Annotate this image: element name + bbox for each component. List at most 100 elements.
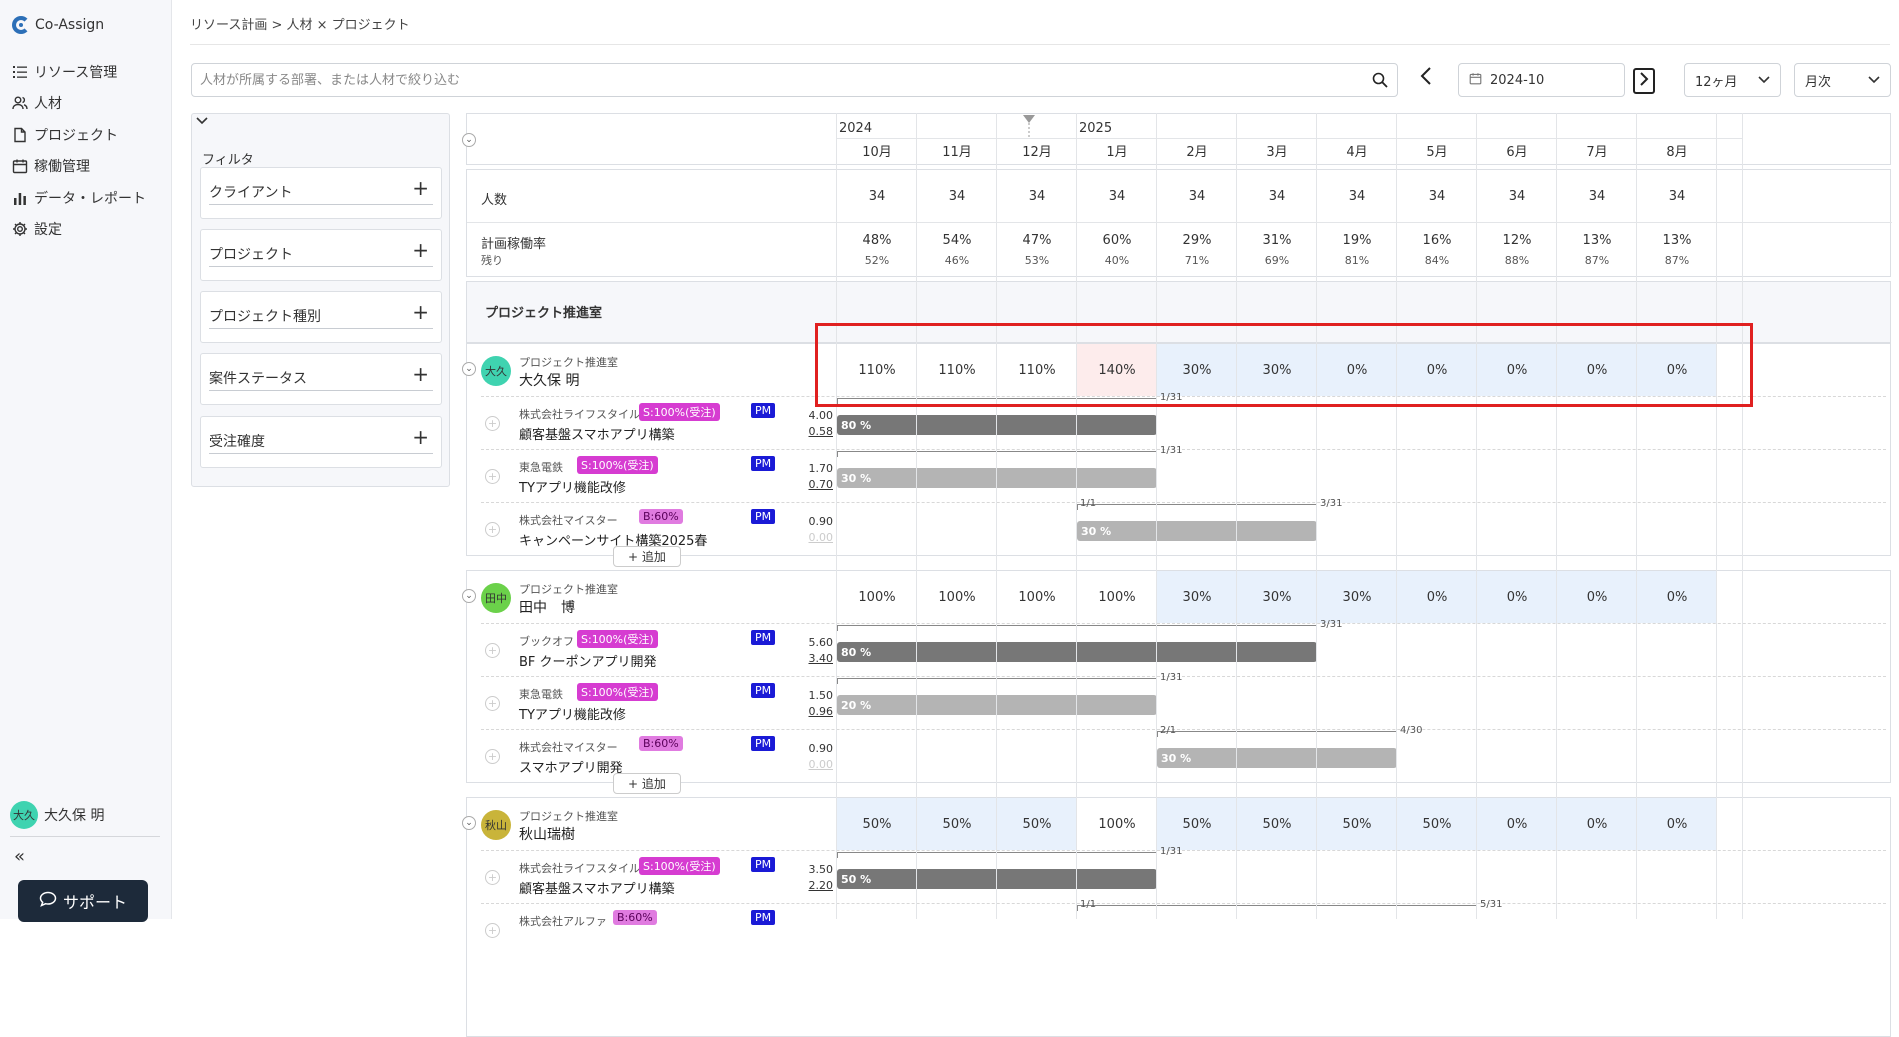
allocation-cell[interactable]: 30% [1157,571,1237,623]
add-assignment-icon[interactable]: + [485,643,500,658]
headcount-cell: 34 [1508,189,1526,204]
project-name[interactable]: BF クーポンアプリ開発 [519,651,657,670]
person-block: ⌄ 秋山 プロジェクト推進室 秋山瑞樹 50% 50% 50% 100% 50% 50% 50% 50… [462,797,1891,1037]
allocation-cell[interactable]: 50% [1157,798,1237,850]
person-department: プロジェクト推進室 [519,356,618,369]
actual-effort[interactable]: 2.20 [803,879,834,892]
actual-effort[interactable]: 3.40 [803,652,834,665]
add-project-button[interactable]: + 追加 [613,773,681,794]
allocation-cell[interactable]: 50% [837,798,917,850]
unit-select[interactable]: 月次 [1794,63,1891,97]
assignment-bar[interactable]: 30 % [837,468,1157,488]
add-assignment-icon[interactable]: + [485,870,500,885]
allocation-cell[interactable]: 50% [997,798,1077,850]
allocation-cell[interactable]: 50% [1317,798,1397,850]
person-name[interactable]: 秋山瑞樹 [519,824,575,844]
search-icon[interactable] [1363,72,1397,88]
assignment-bar[interactable]: 20 % [837,695,1157,715]
expand-person-icon[interactable]: ⌄ [462,589,476,603]
project-name[interactable]: 顧客基盤スマホアプリ構築 [519,424,675,443]
filter-project-type[interactable]: プロジェクト種別 + [200,291,442,343]
support-button[interactable]: サポート [18,880,148,922]
filter-title: フィルタ [202,153,254,168]
row-divider [481,502,1886,503]
avatar: 大久 [10,801,38,829]
add-assignment-icon[interactable]: + [485,522,500,537]
allocation-cell[interactable]: 0% [1477,571,1557,623]
assignment-bar[interactable]: 30 % [1157,748,1397,768]
allocation-cell[interactable]: 100% [1077,571,1157,623]
assignment-bar[interactable]: 30 % [1077,521,1317,541]
headcount-label: 人数 [481,193,508,208]
allocation-cell[interactable]: 30% [1317,571,1397,623]
allocation-cell[interactable]: 0% [1637,571,1717,623]
nav-item-people[interactable]: 人材 [12,88,146,120]
allocation-cell[interactable]: 30% [1237,571,1317,623]
expand-person-icon[interactable]: ⌄ [462,816,476,830]
nav-item-project[interactable]: プロジェクト [12,119,146,151]
collapse-sidebar-icon[interactable]: « [14,846,25,867]
actual-effort[interactable]: 0.00 [803,531,834,544]
add-assignment-icon[interactable]: + [485,923,500,938]
collapse-all-icon[interactable]: ⌄ [462,133,476,147]
add-assignment-icon[interactable]: + [485,749,500,764]
expand-person-icon[interactable]: ⌄ [462,362,476,376]
project-name[interactable]: 顧客基盤スマホアプリ構築 [519,878,675,897]
month-picker[interactable]: 2024-10 [1458,63,1625,97]
add-assignment-icon[interactable]: + [485,696,500,711]
project-client: 東急電鉄 [519,688,563,701]
plus-icon: + [412,362,429,386]
prev-month-button[interactable] [1420,66,1432,92]
filter-collapse-toggle[interactable] [196,114,208,130]
nav-item-settings[interactable]: 設定 [12,214,146,246]
headcount-cell: 34 [1188,189,1206,204]
filter-deal-status[interactable]: 案件ステータス + [200,353,442,405]
current-user[interactable]: 大久 大久保 明 [10,801,104,829]
allocation-cell[interactable]: 100% [997,571,1077,623]
nav-item-report[interactable]: データ・レポート [12,182,146,214]
add-assignment-icon[interactable]: + [485,469,500,484]
rate-cell: 29% [1182,233,1212,248]
next-month-button[interactable] [1633,68,1655,94]
nav-item-utilization[interactable]: 稼働管理 [12,151,146,183]
person-name[interactable]: 田中 博 [519,597,575,617]
actual-effort[interactable]: 0.58 [803,425,834,438]
app-logo[interactable]: Co-Assign [12,16,104,34]
allocation-cell[interactable]: 100% [917,571,997,623]
add-assignment-icon[interactable]: + [485,416,500,431]
filter-underline [209,266,433,267]
allocation-cell[interactable]: 50% [917,798,997,850]
year-label: 2024 [839,121,873,136]
column-line [1156,113,1157,919]
project-status-tag: B:60% [613,910,657,925]
allocation-cell[interactable]: 0% [1477,798,1557,850]
project-name[interactable]: TYアプリ機能改修 [519,704,626,723]
period-select[interactable]: 12ヶ月 [1684,63,1781,97]
allocation-cell[interactable]: 0% [1557,798,1637,850]
allocation-cell[interactable]: 50% [1397,798,1477,850]
allocation-cell[interactable]: 0% [1557,571,1637,623]
filter-order-probability[interactable]: 受注確度 + [200,416,442,468]
allocation-cell[interactable]: 100% [837,571,917,623]
allocation-cell[interactable]: 0% [1637,798,1717,850]
headcount-cell: 34 [1588,189,1606,204]
add-project-button[interactable]: + 追加 [613,546,681,567]
assignment-bar[interactable]: 80 % [837,415,1157,435]
filter-project[interactable]: プロジェクト + [200,229,442,281]
allocation-cell[interactable]: 50% [1237,798,1317,850]
assignment-bar[interactable]: 80 % [837,642,1317,662]
period-span [837,451,1157,457]
filter-client[interactable]: クライアント + [200,167,442,219]
actual-effort[interactable]: 0.00 [803,758,834,771]
allocation-cell[interactable]: 0% [1397,571,1477,623]
actual-effort[interactable]: 0.96 [803,705,834,718]
assignment-bar[interactable]: 50 % [837,869,1157,889]
nav-item-resource[interactable]: リソース管理 [12,56,146,88]
project-name[interactable]: スマホアプリ開発 [519,757,623,776]
remain-cell: 88% [1504,254,1530,267]
search-input[interactable] [200,72,1363,88]
person-name[interactable]: 大久保 明 [519,370,579,390]
actual-effort[interactable]: 0.70 [803,478,834,491]
allocation-cell[interactable]: 100% [1077,798,1157,850]
project-name[interactable]: TYアプリ機能改修 [519,477,626,496]
